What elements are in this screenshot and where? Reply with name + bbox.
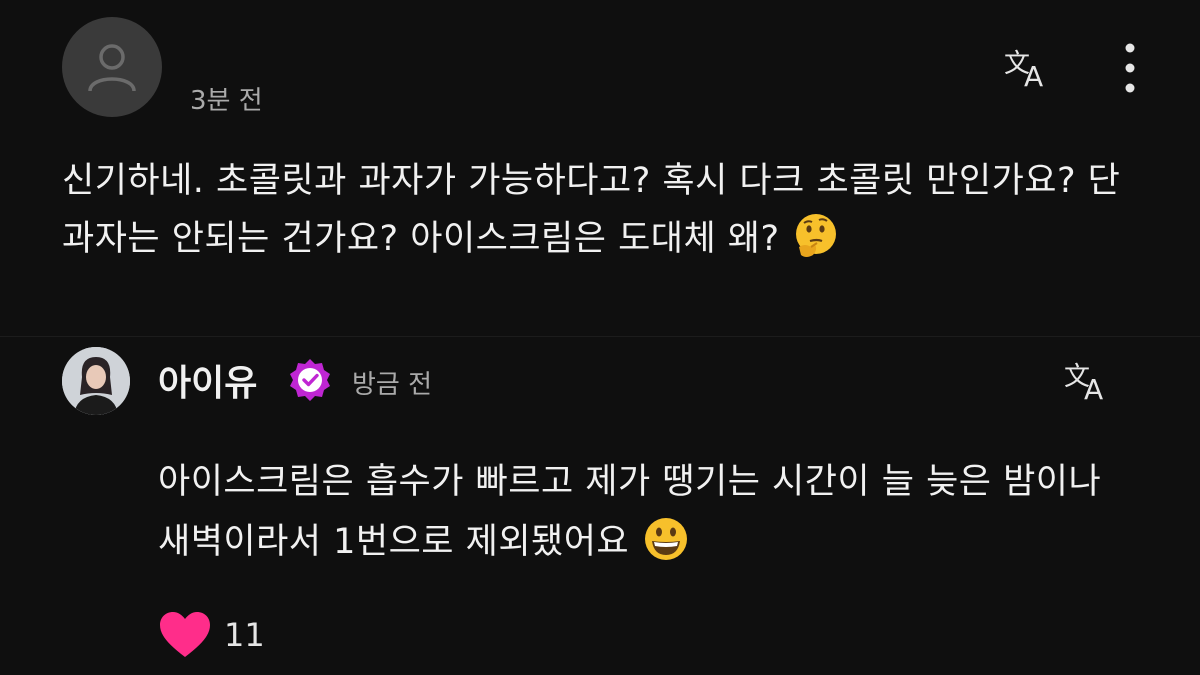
reply-author-name[interactable]: 아이유 <box>158 354 257 406</box>
default-user-icon <box>88 44 136 92</box>
like-count: 11 <box>224 616 265 654</box>
verified-badge-icon <box>286 356 334 404</box>
profile-photo-icon <box>62 347 130 415</box>
reply-body: 아이스크림은 흡수가 빠르고 제가 땡기는 시간이 늘 늦은 밤이나 새벽이라서… <box>158 452 1143 572</box>
heart-icon[interactable] <box>158 610 212 660</box>
translate-icon[interactable]: 文 A <box>1002 42 1056 93</box>
more-vertical-icon[interactable] <box>1112 40 1148 96</box>
reply-author-avatar[interactable] <box>62 347 130 415</box>
svg-text:A: A <box>1084 373 1103 403</box>
reply-timestamp: 방금 전 <box>352 370 433 400</box>
commenter-avatar[interactable] <box>62 17 162 117</box>
comment-body: 신기하네. 초콜릿과 과자가 가능하다고? 혹시 다크 초콜릿 만인가요? 단 … <box>62 152 1142 268</box>
comment-divider <box>0 336 1200 337</box>
svg-text:A: A <box>1024 60 1043 90</box>
grinning-face-emoji <box>644 518 687 560</box>
translate-icon[interactable]: 文 A <box>1062 355 1116 406</box>
comment-timestamp: 3분 전 <box>190 86 263 116</box>
thinking-face-emoji <box>796 214 837 257</box>
reply-text: 아이스크림은 흡수가 빠르고 제가 땡기는 시간이 늘 늦은 밤이나 새벽이라서… <box>158 462 1102 562</box>
comment-text: 신기하네. 초콜릿과 과자가 가능하다고? 혹시 다크 초콜릿 만인가요? 단 … <box>62 161 1121 259</box>
like-row: 11 <box>158 610 265 660</box>
